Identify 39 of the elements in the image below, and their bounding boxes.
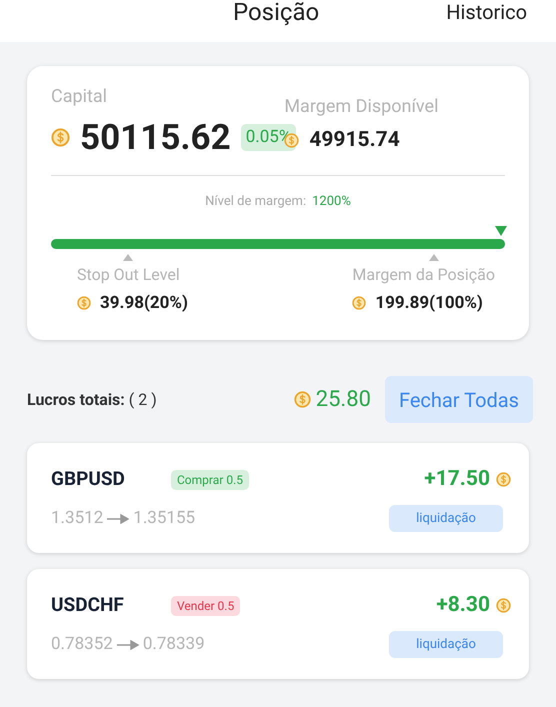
total-profit-label: Lucros totais: <box>27 388 125 410</box>
symbol: USDCHF <box>51 592 125 618</box>
current-price: 1.35155 <box>133 507 196 530</box>
position-margin-label: Margem da Posição <box>352 264 495 284</box>
available-label: Margem Disponível <box>284 98 438 116</box>
close-all-button[interactable]: Fechar Todas <box>384 376 533 423</box>
coin-icon <box>496 598 511 613</box>
coin-icon <box>496 472 511 487</box>
arrow-icon <box>107 514 130 524</box>
level-marker-icon <box>495 226 507 236</box>
current-price: 0.78339 <box>142 633 205 656</box>
stop-out-label: Stop Out Level <box>77 264 181 284</box>
tab[interactable]: Posição <box>233 0 320 24</box>
profit-value: +17.50 <box>424 466 490 493</box>
capital-value: 50115.62 <box>80 120 231 155</box>
arrow-icon <box>116 640 139 650</box>
position-margin-value: 199.89(100%) <box>375 292 483 314</box>
stop-out-value: 39.98(20%) <box>100 292 188 314</box>
coin-icon <box>294 391 311 408</box>
open-price: 1.3512 <box>51 507 104 530</box>
total-profit-value: 25.80 <box>316 386 371 414</box>
order-badge: Vender 0.5 <box>171 596 240 616</box>
profit-value: +8.30 <box>436 592 490 619</box>
tab[interactable]: Historico <box>446 2 527 22</box>
order-badge: Comprar 0.5 <box>171 470 249 490</box>
coin-icon <box>352 296 366 310</box>
liquidate-button[interactable]: liquidação <box>389 505 503 532</box>
margin-level-label: Nível de margem: <box>205 193 306 211</box>
triangle-icon <box>123 254 133 260</box>
coin-icon <box>51 128 70 147</box>
symbol: GBPUSD <box>51 466 126 492</box>
open-price: 0.78352 <box>51 633 113 656</box>
triangle-icon <box>429 254 440 260</box>
available-value: 49915.74 <box>309 130 400 151</box>
coin-icon <box>77 296 91 310</box>
capital-label: Capital <box>51 88 108 106</box>
position-count: ( 2 ) <box>128 388 157 410</box>
margin-level-value: 1200% <box>312 193 351 211</box>
liquidate-button[interactable]: liquidação <box>389 631 503 658</box>
